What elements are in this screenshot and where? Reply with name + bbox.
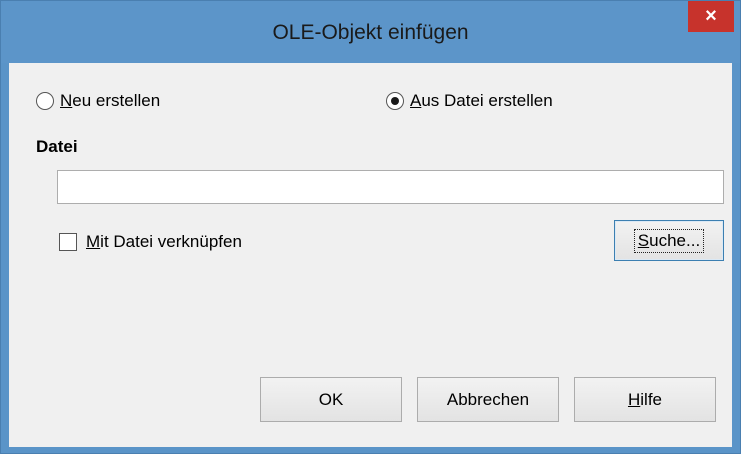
cancel-button-label: Abbrechen	[446, 389, 530, 409]
title-bar[interactable]: OLE-Objekt einfügen ×	[1, 1, 740, 63]
radio-from-file[interactable]: Aus Datei erstellen	[386, 91, 553, 111]
help-button[interactable]: Hilfe	[574, 377, 716, 422]
link-to-file-checkbox[interactable]: Mit Datei verknüpfen	[59, 232, 242, 252]
file-section-label: Datei	[36, 137, 78, 156]
dialog-window: OLE-Objekt einfügen × Neu erstellen Aus …	[0, 0, 741, 454]
help-button-label: Hilfe	[627, 389, 662, 409]
link-to-file-box[interactable]	[59, 233, 77, 251]
file-path-input[interactable]	[57, 170, 724, 204]
radio-new-indicator[interactable]	[36, 92, 54, 110]
ok-button[interactable]: OK	[260, 377, 402, 422]
cancel-button[interactable]: Abbrechen	[417, 377, 559, 422]
search-button-label: Suche...	[633, 228, 705, 253]
close-button[interactable]: ×	[688, 1, 734, 32]
radio-from-file-indicator[interactable]	[386, 92, 404, 110]
radio-new[interactable]: Neu erstellen	[36, 91, 160, 111]
link-to-file-label: Mit Datei verknüpfen	[86, 232, 242, 251]
radio-from-file-label: Aus Datei erstellen	[410, 91, 553, 110]
dialog-title: OLE-Objekt einfügen	[272, 21, 469, 44]
search-button[interactable]: Suche...	[614, 220, 724, 261]
ok-button-label: OK	[318, 389, 344, 409]
dialog-content: Neu erstellen Aus Datei erstellen Datei …	[9, 63, 732, 447]
radio-new-label: Neu erstellen	[60, 91, 161, 110]
close-icon: ×	[705, 5, 717, 27]
